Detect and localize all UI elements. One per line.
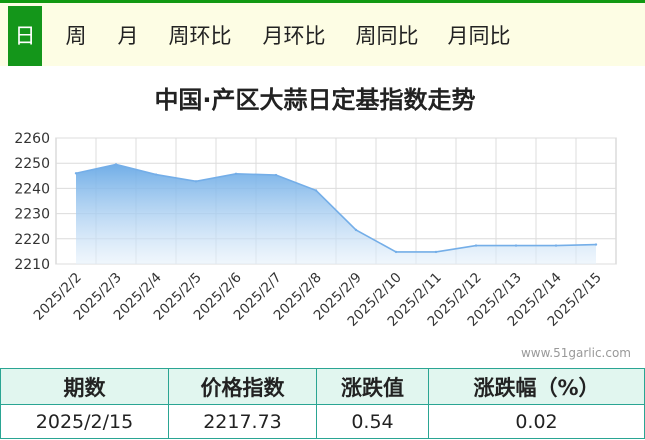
tab-month-year-over-year[interactable]: 月同比 xyxy=(441,6,517,66)
table-row: 2025/2/15 2217.73 0.54 0.02 xyxy=(0,404,645,439)
data-point xyxy=(74,172,78,175)
table-header-row: 期数 价格指数 涨跌值 涨跌幅（%） xyxy=(0,368,645,405)
tab-bar: 日 周 月 周环比 月环比 周同比 月同比 xyxy=(0,0,645,66)
tab-monthly[interactable]: 月 xyxy=(108,6,148,66)
y-tick-label: 2220 xyxy=(14,232,50,248)
y-tick-label: 2240 xyxy=(14,181,50,197)
site-watermark: www.51garlic.com xyxy=(520,346,631,360)
header-price-index: 价格指数 xyxy=(168,368,317,405)
data-point xyxy=(474,244,478,247)
cell-period: 2025/2/15 xyxy=(0,404,169,439)
data-point xyxy=(594,243,598,246)
header-period: 期数 xyxy=(0,368,169,405)
data-point xyxy=(514,244,518,247)
data-point xyxy=(194,180,198,183)
data-point xyxy=(354,228,358,232)
data-point xyxy=(314,189,318,192)
cell-change-value: 0.54 xyxy=(316,404,429,439)
data-point xyxy=(114,163,118,166)
y-tick-label: 2250 xyxy=(14,156,50,172)
y-tick-label: 2230 xyxy=(14,207,50,223)
cell-change-percent: 0.02 xyxy=(428,404,645,439)
header-change-percent: 涨跌幅（%） xyxy=(428,368,645,405)
tab-week-over-week[interactable]: 周环比 xyxy=(162,6,238,66)
tab-weekly[interactable]: 周 xyxy=(56,6,96,66)
data-point xyxy=(394,250,398,254)
header-change-value: 涨跌值 xyxy=(316,368,429,405)
data-point xyxy=(554,244,558,247)
data-point xyxy=(434,250,438,254)
summary-table: 期数 价格指数 涨跌值 涨跌幅（%） 2025/2/15 2217.73 0.5… xyxy=(0,368,645,439)
index-area-chart: 2210222022302240225022602025/2/22025/2/3… xyxy=(14,131,617,330)
data-point xyxy=(154,173,158,176)
tab-week-year-over-year[interactable]: 周同比 xyxy=(349,6,425,66)
cell-price-index: 2217.73 xyxy=(168,404,317,439)
data-point xyxy=(274,173,278,177)
y-tick-label: 2210 xyxy=(14,257,50,273)
tab-month-over-month[interactable]: 月环比 xyxy=(256,6,332,66)
data-point xyxy=(234,172,238,175)
y-tick-label: 2260 xyxy=(14,131,50,147)
tab-daily[interactable]: 日 xyxy=(8,6,42,66)
chart-title: 中国·产区大蒜日定基指数走势 xyxy=(154,86,476,114)
